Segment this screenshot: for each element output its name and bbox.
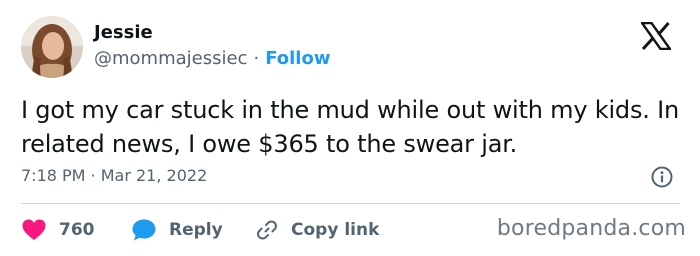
handle-row: @mommajessiec · Follow xyxy=(94,48,330,70)
reply-bubble-icon xyxy=(131,218,157,242)
reply-button[interactable]: Reply xyxy=(131,218,255,242)
watermark: boredpanda.com xyxy=(496,216,686,241)
copy-link-button[interactable]: Copy link xyxy=(255,218,379,242)
x-logo-icon[interactable] xyxy=(639,21,673,51)
copy-link-label: Copy link xyxy=(291,220,380,240)
follow-button[interactable]: Follow xyxy=(265,48,330,69)
display-name[interactable]: Jessie xyxy=(94,22,153,44)
info-icon[interactable] xyxy=(650,165,674,189)
tweet-text: I got my car stuck in the mud while out … xyxy=(21,96,680,158)
avatar[interactable] xyxy=(21,16,83,78)
user-handle[interactable]: @mommajessiec xyxy=(94,48,247,69)
tweet-card: Jessie @mommajessiec · Follow I got my car… xyxy=(0,0,700,256)
like-button[interactable]: 760 xyxy=(21,218,131,242)
handle-separator: · xyxy=(253,48,260,69)
action-bar: 760 Reply Copy link xyxy=(21,214,379,246)
heart-icon xyxy=(21,218,47,242)
divider xyxy=(21,203,680,204)
tweet-timestamp[interactable]: 7:18 PM · Mar 21, 2022 xyxy=(21,166,207,186)
link-icon xyxy=(255,218,279,242)
like-count: 760 xyxy=(59,220,95,240)
reply-label: Reply xyxy=(169,220,223,240)
